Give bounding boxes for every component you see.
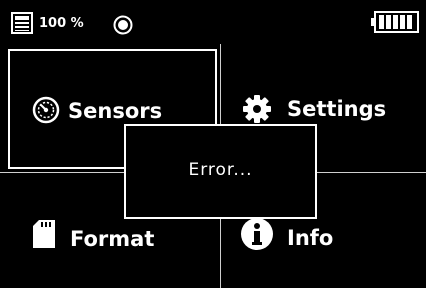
battery-icon xyxy=(371,11,419,37)
format-label: Format xyxy=(70,227,155,251)
error-dialog[interactable]: Error... xyxy=(124,124,317,219)
gauge-icon xyxy=(32,96,60,128)
status-bar: 100 % xyxy=(0,0,426,44)
sd-card-icon xyxy=(33,220,55,252)
info-icon xyxy=(240,217,274,255)
info-label: Info xyxy=(287,226,334,250)
battery-percent: 100 % xyxy=(39,16,84,31)
sensors-label: Sensors xyxy=(68,99,163,123)
document-icon xyxy=(11,12,33,38)
error-message: Error... xyxy=(188,160,253,180)
record-icon xyxy=(113,15,133,39)
settings-label: Settings xyxy=(287,97,387,121)
gear-icon xyxy=(242,94,272,128)
